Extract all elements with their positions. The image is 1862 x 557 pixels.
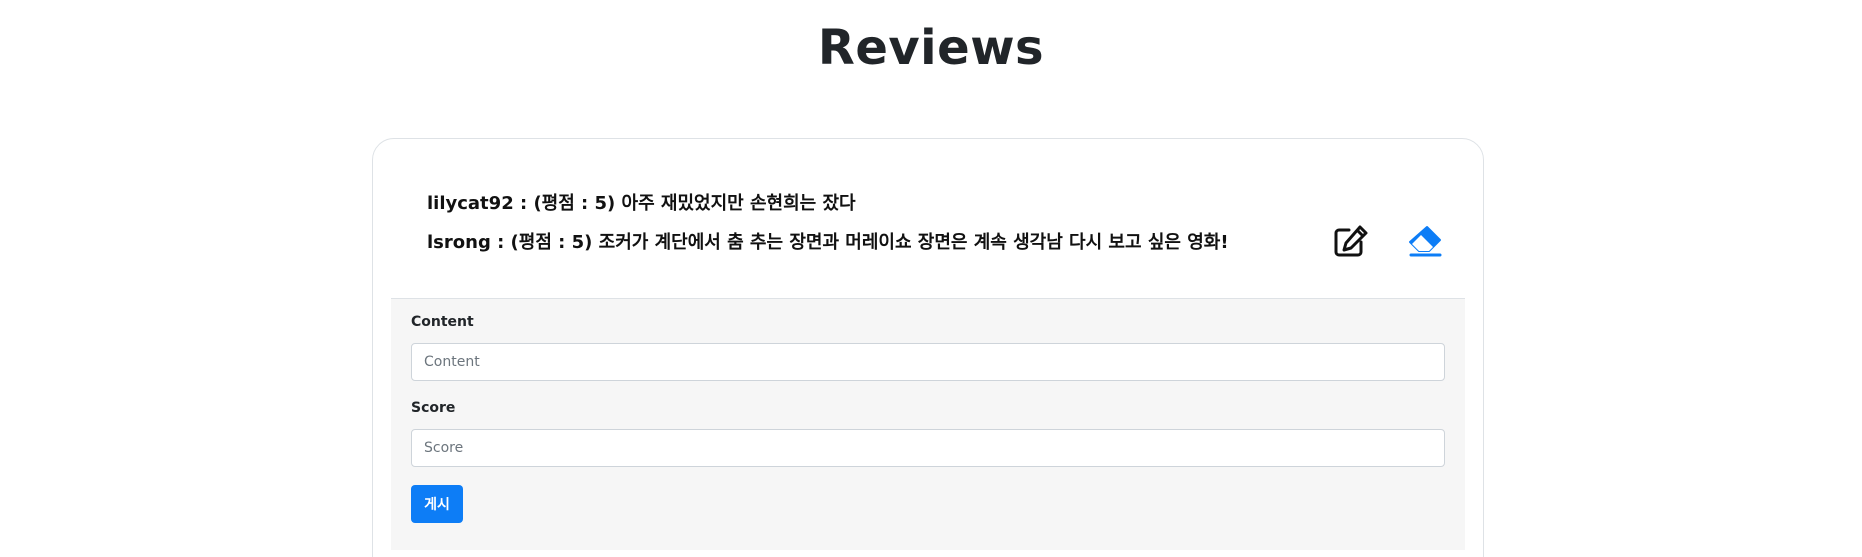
- edit-button[interactable]: [1329, 221, 1373, 261]
- edit-icon: [1334, 225, 1368, 257]
- review-actions: [1329, 221, 1459, 261]
- reviews-card: lilycat92 : (평점 : 5) 아주 재밌었지만 손현희는 잤다 ls…: [372, 138, 1484, 557]
- score-label: Score: [411, 400, 456, 416]
- review-form: Content Score 게시: [391, 298, 1465, 550]
- content-input[interactable]: [411, 343, 1445, 381]
- review-list: lilycat92 : (평점 : 5) 아주 재밌었지만 손현희는 잤다 ls…: [427, 191, 1327, 269]
- erase-button[interactable]: [1403, 221, 1447, 261]
- page-title: Reviews: [817, 20, 1045, 76]
- content-label: Content: [411, 314, 474, 330]
- submit-button[interactable]: 게시: [411, 485, 463, 523]
- eraser-icon: [1409, 226, 1442, 257]
- review-item: lsrong : (평점 : 5) 조커가 계단에서 춤 추는 장면과 머레이쇼…: [427, 232, 1229, 253]
- score-input[interactable]: [411, 429, 1445, 467]
- review-item: lilycat92 : (평점 : 5) 아주 재밌었지만 손현희는 잤다: [427, 193, 856, 214]
- page: Reviews lilycat92 : (평점 : 5) 아주 재밌었지만 손현…: [0, 0, 1862, 557]
